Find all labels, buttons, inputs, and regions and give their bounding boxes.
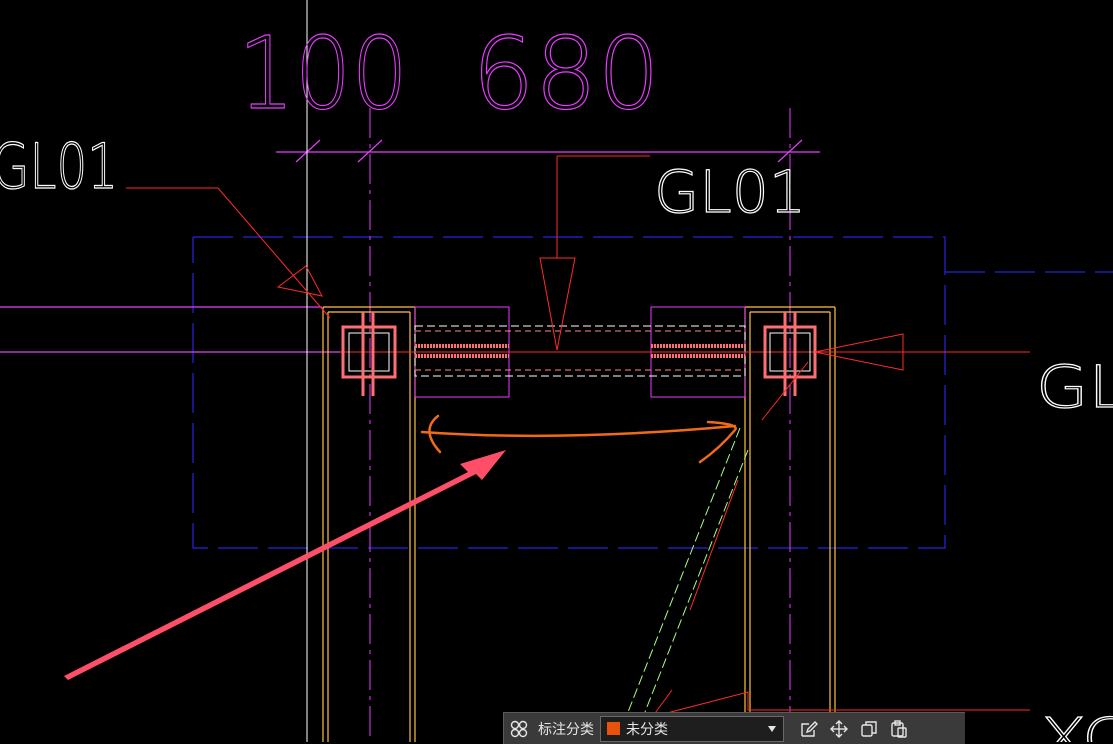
paste-icon[interactable]	[884, 714, 914, 744]
span-highlight	[420, 414, 737, 464]
cad-drawing-canvas[interactable]: 100 680 GL01 GL01 GL XC	[0, 0, 1113, 742]
blue-dashed-outline	[192, 236, 1113, 549]
beam-section	[340, 306, 1030, 398]
steel-tube-left	[341, 312, 397, 396]
column-outlines	[322, 306, 836, 742]
category-label: 标注分类	[538, 721, 594, 738]
category-value: 未分类	[626, 721, 668, 738]
dim-label-680: 680	[472, 15, 660, 132]
edit-icon[interactable]	[794, 714, 824, 744]
beam-tag-right: GL	[1036, 353, 1113, 421]
diagonal-brace	[627, 427, 749, 713]
corner-text: XC	[1040, 707, 1113, 742]
category-color-swatch	[607, 722, 620, 735]
leader-lines	[126, 155, 1030, 721]
beam-tag-center: GL01	[654, 158, 806, 226]
dim-label-100: 100	[238, 15, 408, 132]
grid-icon[interactable]	[504, 714, 534, 744]
annotation-toolbar: 标注分类 未分类	[503, 712, 965, 744]
beam-tag-left: GL01	[0, 130, 118, 203]
copy-icon[interactable]	[854, 714, 884, 744]
category-select[interactable]: 未分类	[600, 715, 784, 742]
chevron-down-icon	[767, 721, 777, 737]
pointer-arrow	[64, 450, 506, 680]
move-icon[interactable]	[824, 714, 854, 744]
